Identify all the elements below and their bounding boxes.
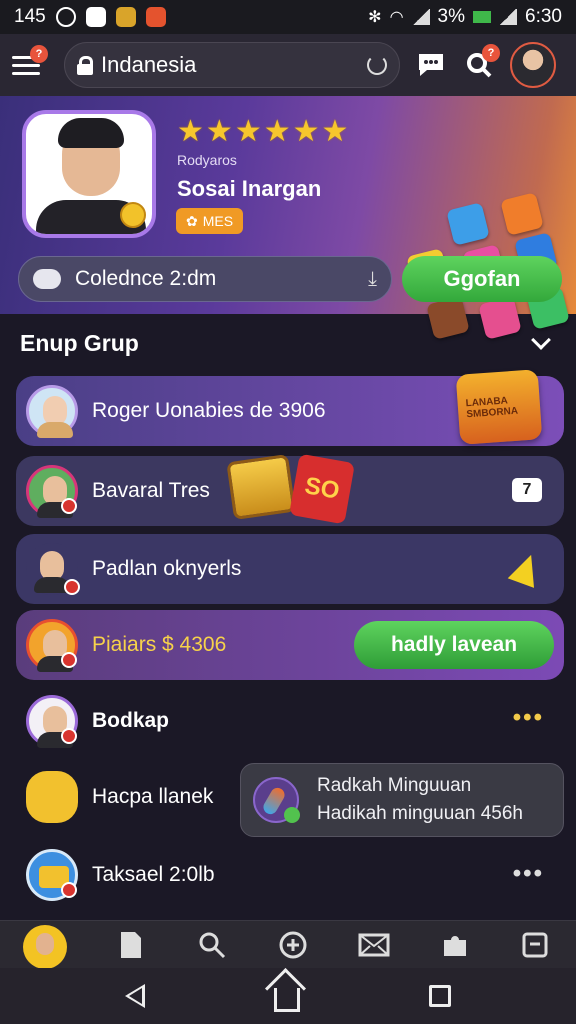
treasure-chest-icon bbox=[26, 849, 78, 901]
reward-items: SO bbox=[226, 453, 355, 525]
profile-subtitle: Rodyaros bbox=[177, 152, 237, 168]
system-nav bbox=[0, 968, 576, 1024]
download-icon[interactable]: ⤓ bbox=[368, 268, 377, 291]
avatar bbox=[26, 385, 78, 438]
list-item-name: Taksael 2:0lb bbox=[92, 863, 215, 886]
coin-icon bbox=[120, 202, 146, 228]
gem-icon[interactable] bbox=[507, 550, 545, 588]
list-item-name: Hacpa llanek bbox=[92, 785, 214, 808]
location-label: Indanesia bbox=[101, 52, 197, 77]
mail-icon[interactable] bbox=[357, 928, 391, 962]
document-icon[interactable] bbox=[114, 928, 148, 962]
home-icon[interactable] bbox=[273, 988, 300, 1012]
challenge-label: Colednce 2:dm bbox=[75, 267, 217, 290]
profile-tag[interactable]: ✿ MES bbox=[176, 208, 244, 234]
star-icon: ★ bbox=[205, 115, 233, 148]
battery-icon bbox=[473, 11, 492, 23]
back-icon[interactable] bbox=[124, 984, 145, 1008]
star-icon: ★ bbox=[321, 115, 349, 148]
star-icon: ★ bbox=[177, 115, 204, 148]
calendar-icon[interactable] bbox=[518, 928, 552, 962]
rating-stars: ★ ★ ★ ★ ★ ★ bbox=[177, 115, 349, 148]
profile-tag-label: MES bbox=[202, 213, 234, 229]
status-clock: 6:30 bbox=[525, 6, 562, 27]
avatar bbox=[26, 465, 78, 518]
clock-icon bbox=[55, 7, 76, 27]
top-app-bar: ? Indanesia ? bbox=[0, 34, 576, 96]
coin-stack-icon bbox=[115, 7, 136, 27]
list-item-name: Padlan oknyerls bbox=[92, 557, 242, 580]
status-time-left: 145 bbox=[14, 6, 46, 27]
list-item[interactable]: Roger Uonabies de 3906 LANABA SMBORNA bbox=[16, 369, 564, 446]
avatar bbox=[26, 619, 78, 672]
add-icon[interactable] bbox=[276, 928, 310, 962]
notification-app-icon bbox=[145, 7, 166, 27]
gift-label: LANABA SMBORNA bbox=[465, 395, 519, 421]
treasure-box-icon bbox=[226, 453, 296, 521]
group-header[interactable]: Enup Grup bbox=[0, 314, 576, 372]
lock-icon bbox=[77, 56, 93, 75]
list-item-name: Piaiars $ 4306 bbox=[92, 633, 227, 656]
signal-icon bbox=[411, 9, 430, 25]
gear-icon: ✿ bbox=[186, 212, 198, 229]
avatar bbox=[26, 695, 78, 748]
recents-icon[interactable] bbox=[429, 985, 452, 1007]
status-bar: 145 ✻ ◠ 3% 6:30 bbox=[0, 0, 576, 34]
star-icon: ★ bbox=[263, 115, 291, 148]
star-icon: ★ bbox=[234, 115, 262, 148]
bluetooth-icon: ✻ bbox=[368, 9, 382, 26]
battery-percent: 3% bbox=[437, 6, 466, 27]
more-icon[interactable]: ••• bbox=[513, 860, 544, 888]
search-badge: ? bbox=[482, 44, 500, 62]
list-item[interactable]: Padlan oknyerls bbox=[16, 534, 564, 604]
list-item[interactable]: Bodkap ••• bbox=[16, 686, 564, 756]
gift-box-icon[interactable]: LANABA SMBORNA bbox=[455, 369, 543, 445]
chevron-down-icon[interactable] bbox=[531, 330, 551, 350]
signal-icon-2 bbox=[499, 9, 518, 25]
location-bar[interactable]: Indanesia bbox=[64, 42, 400, 88]
puzzle-icon[interactable] bbox=[438, 928, 472, 962]
bottom-nav bbox=[0, 920, 576, 969]
coin-character-icon bbox=[26, 771, 78, 823]
red-card-icon: SO bbox=[289, 453, 355, 525]
list-item[interactable]: Bavaral Tres SO 7 bbox=[16, 453, 564, 526]
reward-popup[interactable]: Radkah Minguuan Hadikah minguuan 456h bbox=[240, 763, 564, 837]
list-item[interactable]: Piaiars $ 4306 hadly lavean bbox=[16, 610, 564, 680]
group-title: Enup Grup bbox=[20, 329, 139, 356]
list-item-name: Roger Uonabies de 3906 bbox=[92, 399, 326, 422]
profile-name: Sosai Inargan bbox=[177, 176, 322, 201]
go-button[interactable]: Ggofan bbox=[402, 256, 562, 302]
avatar bbox=[26, 543, 80, 595]
challenge-bar[interactable]: Colednce 2:dm ⤓ bbox=[18, 256, 392, 302]
app-icon bbox=[85, 7, 106, 27]
popup-title: Radkah Minguuan bbox=[317, 775, 472, 796]
list-item-name: Bavaral Tres bbox=[92, 479, 210, 502]
search-icon[interactable]: ? bbox=[462, 44, 500, 82]
more-icon[interactable]: ••• bbox=[513, 704, 544, 732]
menu-icon[interactable]: ? bbox=[12, 45, 48, 77]
star-icon: ★ bbox=[292, 115, 320, 148]
claim-button[interactable]: hadly lavean bbox=[354, 621, 554, 669]
wifi-icon: ◠ bbox=[389, 9, 404, 26]
refresh-icon[interactable] bbox=[367, 55, 387, 75]
count-badge[interactable]: 7 bbox=[512, 478, 542, 502]
list-item-name: Bodkap bbox=[92, 709, 170, 732]
list-item[interactable]: Taksael 2:0lb ••• bbox=[16, 840, 564, 910]
popup-subtitle: Hadikah minguuan 456h bbox=[317, 803, 523, 824]
rocket-icon bbox=[253, 777, 300, 823]
menu-badge: ? bbox=[30, 45, 48, 63]
nav-profile-avatar[interactable] bbox=[23, 924, 68, 969]
profile-avatar[interactable] bbox=[510, 42, 556, 88]
search-icon[interactable] bbox=[195, 928, 229, 962]
gamepad-icon bbox=[33, 269, 61, 289]
chat-icon[interactable] bbox=[414, 48, 448, 82]
profile-photo[interactable] bbox=[22, 110, 156, 238]
